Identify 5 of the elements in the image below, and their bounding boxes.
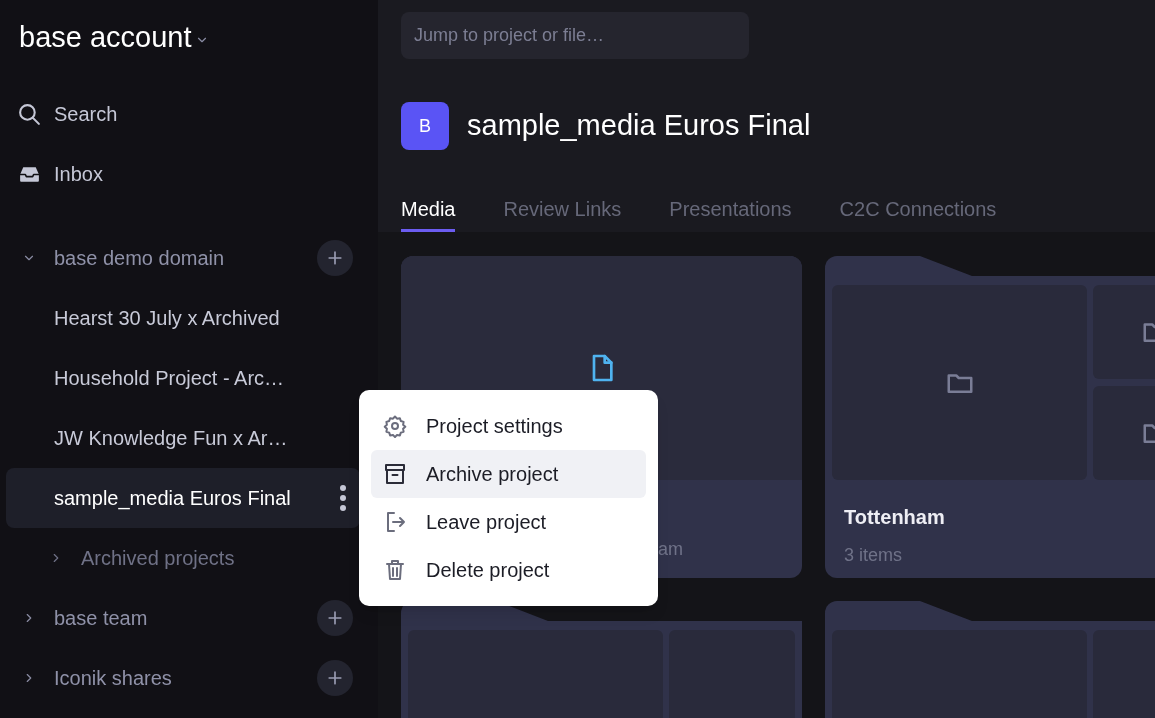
item-count: am [658,539,683,559]
item-count: 3 items [844,544,904,567]
folder-name: Tottenham [844,505,946,530]
project-title: sample_media Euros Final [467,108,811,144]
project-avatar: B [401,102,449,150]
